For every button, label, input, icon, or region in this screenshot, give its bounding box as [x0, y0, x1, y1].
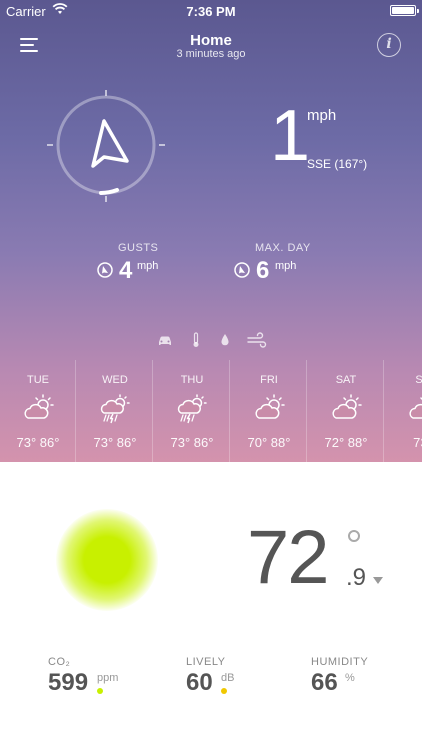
thermometer-icon[interactable] — [191, 332, 201, 348]
gusts-value: 4 — [119, 257, 133, 284]
humidity-value: 66 — [311, 669, 338, 696]
forecast-day[interactable]: WED 73° 86° — [77, 360, 153, 462]
car-icon[interactable] — [157, 332, 173, 348]
gusts-label: GUSTS — [118, 242, 159, 254]
humidity-unit: % — [345, 672, 355, 684]
forecast-temps: 73° 86° — [93, 435, 137, 450]
forecast-day-name: TUE — [27, 374, 49, 386]
partly-cloudy-icon — [255, 394, 285, 419]
chevron-down-icon[interactable] — [373, 577, 383, 584]
station-title[interactable]: Home — [0, 32, 422, 49]
indoor-temperature: 72 — [247, 515, 330, 600]
co2-label: CO₂ — [48, 656, 71, 668]
partly-cloudy-icon — [24, 394, 54, 419]
wind-icon[interactable] — [247, 332, 267, 348]
humidity-label: HUMIDITY — [311, 656, 369, 668]
co2-status-dot — [97, 688, 103, 694]
noise-status-dot — [221, 688, 227, 694]
outdoor-panel: Carrier 7:36 PM Home 3 minutes ago i 1 m… — [0, 0, 422, 462]
forecast-day-name: FRI — [260, 374, 278, 386]
status-bar: Carrier 7:36 PM — [0, 0, 422, 22]
max-day-label: MAX. DAY — [255, 242, 311, 254]
wind-speed-value: 1 — [270, 96, 311, 176]
forecast-temps: 73° 86° — [16, 435, 60, 450]
battery-icon — [390, 5, 419, 16]
forecast-temps: 72° 88° — [324, 435, 368, 450]
rain-drop-icon[interactable] — [220, 332, 230, 348]
forecast-day[interactable]: TUE 73° 86° — [0, 360, 76, 462]
last-updated: 3 minutes ago — [176, 48, 246, 60]
max-day-unit: mph — [275, 260, 297, 272]
partly-cloudy-icon — [332, 394, 362, 419]
forecast-day[interactable]: SAT 72° 88° — [308, 360, 384, 462]
forecast-day-name: THU — [180, 374, 204, 386]
noise-unit: dB — [221, 672, 235, 684]
forecast-day-name: SAT — [335, 374, 357, 386]
forecast-day[interactable]: THU 73° 86° — [154, 360, 230, 462]
clock: 7:36 PM — [186, 4, 236, 19]
indoor-panel: 72 .9 CO₂ 599 ppm LIVELY 60 dB HUMIDITY … — [0, 462, 422, 750]
forecast-temps: 73° 86° — [170, 435, 214, 450]
thunderstorm-icon — [177, 394, 207, 424]
co2-value: 599 — [48, 669, 89, 696]
forecast-day[interactable]: FRI 70° 88° — [231, 360, 307, 462]
forecast-temps: 70° 88° — [247, 435, 291, 450]
partly-cloudy-icon — [409, 397, 422, 419]
forecast-day-name: SU — [415, 374, 422, 386]
indoor-temperature-decimal: .9 — [346, 564, 367, 591]
forecast-day[interactable]: SU 73° — [385, 360, 422, 462]
co2-unit: ppm — [97, 672, 119, 684]
thunderstorm-icon — [100, 394, 130, 424]
forecast-strip[interactable]: TUE 73° 86° WED 73° 86° THU 73° 86° FRI … — [0, 360, 422, 462]
wind-direction-arrow-icon — [91, 119, 129, 168]
info-button[interactable]: i — [377, 33, 401, 57]
gusts-unit: mph — [137, 260, 159, 272]
forecast-day-name: WED — [102, 374, 128, 386]
noise-label: LIVELY — [186, 656, 226, 668]
wind-compass — [47, 90, 165, 202]
degree-symbol — [348, 530, 360, 542]
wind-arrow-icon — [97, 262, 113, 278]
wind-direction: SSE (167°) — [307, 157, 368, 171]
air-quality-indicator[interactable] — [56, 509, 158, 611]
wind-speed-unit: mph — [307, 107, 337, 124]
wind-arrow-icon — [234, 262, 250, 278]
max-day-value: 6 — [256, 257, 270, 284]
noise-value: 60 — [186, 669, 213, 696]
forecast-temps: 73° — [413, 435, 422, 450]
